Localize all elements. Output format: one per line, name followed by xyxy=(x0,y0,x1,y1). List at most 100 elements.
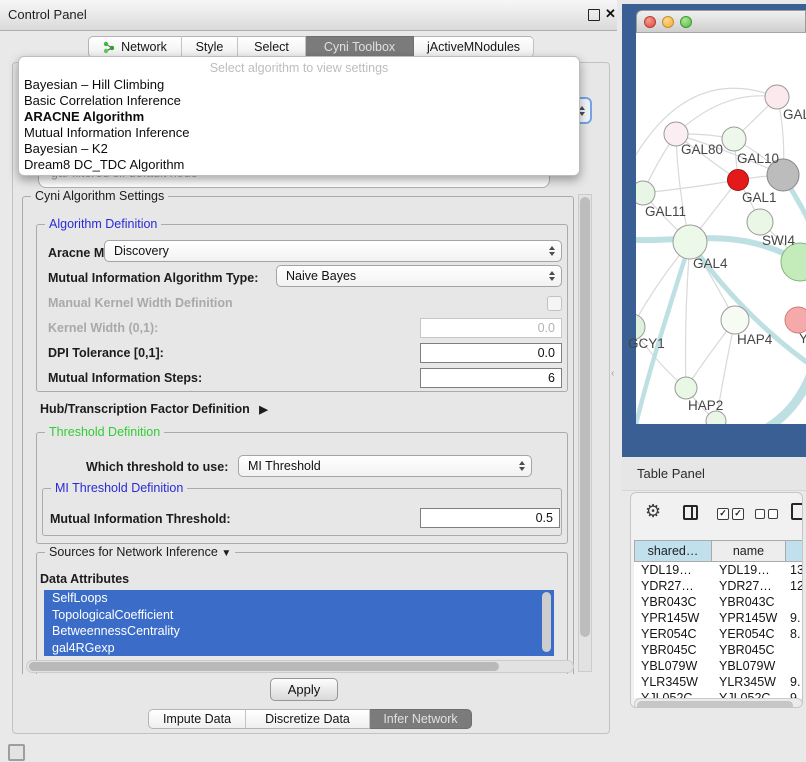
hub-definition-label: Hub/Transcription Factor Definition xyxy=(40,402,250,416)
cell: YBR043C xyxy=(712,594,786,610)
bottom-tabbar: Impute Data Discretize Data Infer Networ… xyxy=(148,709,472,729)
tab-jactivemnodules[interactable]: jActiveMNodules xyxy=(414,36,534,58)
apply-button[interactable]: Apply xyxy=(270,678,338,701)
node-label: GAL xyxy=(783,107,806,122)
which-threshold-value: MI Threshold xyxy=(248,459,321,473)
list-item[interactable]: SelfLoops xyxy=(44,590,554,607)
tab-discretize-data-label: Discretize Data xyxy=(265,712,350,726)
manual-kernel-checkbox[interactable] xyxy=(547,296,562,311)
node-big-green xyxy=(781,243,806,281)
which-threshold-select[interactable]: MI Threshold xyxy=(238,455,532,477)
table-row[interactable]: YDL19… YDL19… 13 xyxy=(634,562,803,578)
algorithm-definition-title: Algorithm Definition xyxy=(45,217,161,231)
table-row[interactable]: YLR345W YLR345W 9. xyxy=(634,674,803,690)
hub-definition-expander[interactable]: Hub/Transcription Factor Definition ▶ xyxy=(40,402,268,416)
node-hap4 xyxy=(721,306,749,334)
collapse-down-icon: ▼ xyxy=(221,548,231,559)
network-graph xyxy=(636,33,806,424)
tab-cyni-toolbox[interactable]: Cyni Toolbox xyxy=(306,36,414,58)
mi-steps-value: 6 xyxy=(548,371,555,385)
node-label: Y xyxy=(799,331,806,346)
aracne-mode-select[interactable]: Discovery xyxy=(104,240,562,262)
control-panel-titlebar[interactable]: Control Panel ✕ xyxy=(0,0,617,31)
settings-hscrollbar[interactable] xyxy=(26,660,574,673)
algorithm-option[interactable]: Bayesian – Hill Climbing xyxy=(19,77,579,93)
settings-vscrollbar[interactable] xyxy=(578,194,592,672)
table-row[interactable]: YBL079W YBL079W xyxy=(634,658,803,674)
tab-style[interactable]: Style xyxy=(182,36,238,58)
aracne-mode-value: Discovery xyxy=(114,244,169,258)
table-panel-header: Table Panel xyxy=(622,457,806,491)
mi-threshold-input[interactable]: 0.5 xyxy=(420,508,560,528)
table-row[interactable]: YBR043C YBR043C xyxy=(634,594,803,610)
table-hscrollbar[interactable] xyxy=(634,698,803,708)
cell: YBR043C xyxy=(634,594,712,610)
cell: YBL079W xyxy=(712,658,786,674)
column-header-shared[interactable]: shared… xyxy=(634,540,712,562)
mi-type-select[interactable]: Naive Bayes xyxy=(276,265,562,287)
algorithm-option[interactable]: Dream8 DC_TDC Algorithm xyxy=(19,157,579,173)
table-row[interactable]: YDR27… YDR27… 12 xyxy=(634,578,803,594)
cell: YBL079W xyxy=(634,658,712,674)
dpi-tolerance-input[interactable]: 0.0 xyxy=(420,343,562,363)
cell: 12 xyxy=(786,578,803,594)
dpi-tolerance-value: 0.0 xyxy=(538,346,555,360)
list-item[interactable]: TopologicalCoefficient xyxy=(44,607,554,624)
algorithm-option[interactable]: Mutual Information Inference xyxy=(19,125,579,141)
algorithm-option[interactable]: Basic Correlation Inference xyxy=(19,93,579,109)
tab-infer-network[interactable]: Infer Network xyxy=(370,709,472,729)
tab-style-label: Style xyxy=(196,40,224,54)
window-close-icon[interactable] xyxy=(644,16,656,28)
cyni-algorithm-settings-title: Cyni Algorithm Settings xyxy=(31,189,168,203)
hide-columns-icon[interactable] xyxy=(755,509,778,519)
cell: YBR045C xyxy=(712,642,786,658)
node-gal10 xyxy=(722,127,746,151)
node-salmon xyxy=(785,307,806,333)
table-row[interactable]: YBR045C YBR045C xyxy=(634,642,803,658)
cell: 9. xyxy=(786,610,803,626)
mi-steps-input[interactable]: 6 xyxy=(420,368,562,388)
network-canvas[interactable] xyxy=(636,33,806,424)
list-scrollbar[interactable] xyxy=(542,592,551,652)
sources-group-title-wrap[interactable]: Sources for Network Inference ▼ xyxy=(45,545,235,559)
cell: YDR27… xyxy=(634,578,712,594)
list-item[interactable]: BetweennessCentrality xyxy=(44,623,554,640)
network-window-titlebar[interactable] xyxy=(636,10,806,33)
table-body: YDL19… YDL19… 13 YDR27… YDR27… 12 YBR043… xyxy=(634,562,803,698)
node-gal4 xyxy=(673,225,707,259)
node-gal-top xyxy=(765,85,789,109)
data-attributes-list: SelfLoops TopologicalCoefficient Between… xyxy=(44,590,554,656)
close-icon[interactable]: ✕ xyxy=(605,6,616,22)
algorithm-popup-placeholder: Select algorithm to view settings xyxy=(19,57,579,77)
algorithm-popup: Select algorithm to view settings Bayesi… xyxy=(18,56,580,176)
float-window-icon[interactable] xyxy=(588,9,600,21)
table-row[interactable]: YJL052C YJL052C 9. xyxy=(634,690,803,698)
table-row[interactable]: YPR145W YPR145W 9. xyxy=(634,610,803,626)
window-zoom-icon[interactable] xyxy=(680,16,692,28)
tab-select[interactable]: Select xyxy=(238,36,306,58)
show-columns-icon[interactable]: ✓✓ xyxy=(717,508,744,520)
algorithm-option[interactable]: Bayesian – K2 xyxy=(19,141,579,157)
collapsed-panel-icon[interactable] xyxy=(8,744,25,761)
splitter-handle[interactable]: ‹ xyxy=(611,368,614,379)
kernel-width-value: 0.0 xyxy=(538,321,555,335)
table-function-icon[interactable] xyxy=(791,503,803,520)
table-settings-gear-icon[interactable]: ⚙ xyxy=(645,502,661,520)
kernel-width-input[interactable]: 0.0 xyxy=(420,318,562,338)
column-header-name[interactable]: name xyxy=(711,540,786,562)
tab-network[interactable]: Network xyxy=(88,36,182,58)
algorithm-option-selected[interactable]: ARACNE Algorithm xyxy=(19,109,579,125)
window-minimize-icon[interactable] xyxy=(662,16,674,28)
cell xyxy=(786,594,803,610)
list-item[interactable]: gal4RGexp xyxy=(44,640,554,657)
tab-discretize-data[interactable]: Discretize Data xyxy=(246,709,370,729)
table-row[interactable]: YER054C YER054C 8. xyxy=(634,626,803,642)
cell: YDR27… xyxy=(712,578,786,594)
split-view-icon[interactable] xyxy=(683,505,698,520)
node-label: GAL4 xyxy=(693,256,728,271)
cell: YDL19… xyxy=(712,562,786,578)
column-header-clipped[interactable] xyxy=(785,540,803,562)
node-label: GCY1 xyxy=(628,336,665,351)
tab-impute-data[interactable]: Impute Data xyxy=(148,709,246,729)
tab-network-label: Network xyxy=(121,40,167,54)
